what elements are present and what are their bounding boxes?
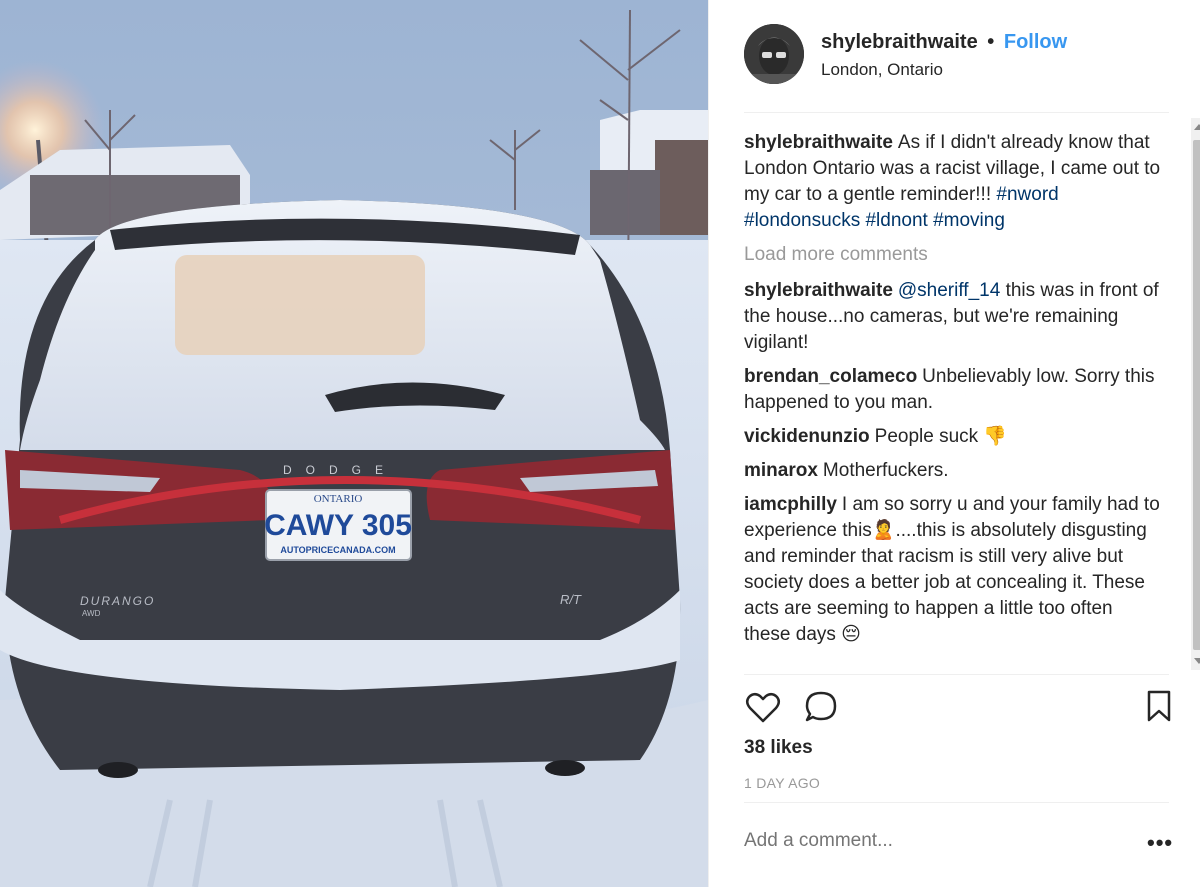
caption: shylebraithwaite As if I didn't already k… [744,130,1164,234]
snowy-car-image: DODGE ONTARIO CAWY 305 AUTOPRICECANADA.C… [0,0,708,887]
add-comment-input[interactable] [744,830,1084,852]
list-item: vickidenunzio People suck 👎 [744,424,1164,450]
comment-username[interactable]: vickidenunzio [744,426,870,447]
plate-number: CAWY 305 [264,509,412,542]
scroll-down-arrow-icon[interactable] [1194,658,1200,664]
action-bar [744,688,1171,728]
comment-username[interactable]: minarox [744,460,818,481]
follow-button[interactable]: Follow [1004,31,1067,53]
comment-text: People suck 👎 [874,426,1008,447]
username-row: shylebraithwaite • Follow [821,31,1067,54]
rt-badge: R/T [560,592,582,607]
dodge-badge: DODGE [283,463,397,477]
likes-count[interactable]: 38 likes [744,737,813,759]
post-photo[interactable]: DODGE ONTARIO CAWY 305 AUTOPRICECANADA.C… [0,0,708,887]
more-options-icon[interactable]: ••• [1147,830,1173,856]
bookmark-icon[interactable] [1140,688,1178,726]
list-item: shylebraithwaite @sheriff_14 this was in … [744,278,1164,356]
post-timestamp: 1 DAY AGO [744,775,821,791]
comment-mention[interactable]: @sheriff_14 [898,280,1000,301]
separator-dot: • [987,31,995,53]
list-item: iamcphilly I am so sorry u and your famil… [744,492,1164,648]
caption-username[interactable]: shylebraithwaite [744,132,893,153]
scroll-up-arrow-icon[interactable] [1194,124,1200,130]
actions-divider [744,674,1169,675]
post-header: shylebraithwaite • Follow London, Ontari… [709,0,1200,112]
header-divider [744,112,1169,113]
scrollbar-thumb[interactable] [1193,140,1200,650]
comments-scrollbar[interactable] [1191,118,1200,670]
plate-dealer: AUTOPRICECANADA.COM [280,545,395,555]
comment-text: I am so sorry u and your family had to e… [744,494,1160,645]
load-more-comments-link[interactable]: Load more comments [744,242,1164,268]
durango-badge: DURANGO [80,594,155,608]
post-location[interactable]: London, Ontario [821,60,943,80]
comments-list[interactable]: shylebraithwaite As if I didn't already k… [744,130,1164,670]
plate-province: ONTARIO [314,493,363,505]
post-username[interactable]: shylebraithwaite [821,31,978,53]
awd-badge: AWD [82,609,101,618]
comment-username[interactable]: iamcphilly [744,494,837,515]
post-sidebar: shylebraithwaite • Follow London, Ontari… [708,0,1200,887]
comment-text: Motherfuckers. [822,460,949,481]
list-item: brendan_colameco Unbelievably low. Sorry … [744,364,1164,416]
comment-icon[interactable] [802,688,840,726]
heart-icon[interactable] [744,688,782,726]
comment-username[interactable]: shylebraithwaite [744,280,893,301]
comment-username[interactable]: brendan_colameco [744,366,917,387]
avatar[interactable] [744,24,804,84]
comment-input-divider [744,802,1169,803]
list-item: minarox Motherfuckers. [744,458,1164,484]
